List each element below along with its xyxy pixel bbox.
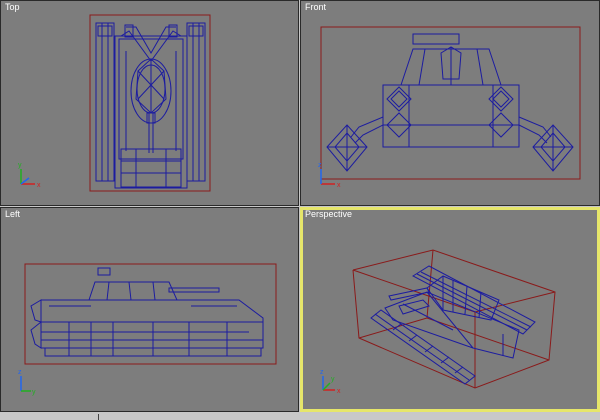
axis-x-label: x	[337, 182, 341, 189]
axis-y-label: y	[18, 162, 22, 169]
top-view-wireframe: x y	[18, 14, 211, 192]
axis-gizmo-top	[20, 169, 35, 185]
axis-x-label: x	[37, 182, 41, 189]
axis-y-label: y	[32, 389, 36, 396]
viewport-perspective[interactable]: Perspective x z y	[300, 207, 600, 412]
axis-x-label: x	[337, 388, 341, 395]
perspective-view-wireframe: x z y	[320, 249, 556, 395]
status-strip-divider	[98, 414, 99, 420]
axis-gizmo-left	[20, 376, 31, 392]
axis-gizmo-front	[320, 169, 335, 185]
axis-y-label: y	[331, 376, 335, 383]
status-strip	[0, 412, 600, 420]
viewport-front[interactable]: Front x z	[300, 0, 600, 206]
viewport-left[interactable]: Left z y	[0, 207, 299, 412]
axis-z-label: z	[320, 369, 324, 376]
viewport-top[interactable]: Top x y	[0, 0, 299, 206]
axis-z-label: z	[18, 369, 22, 376]
axis-z-label: z	[318, 162, 322, 169]
left-view-wireframe: z y	[18, 263, 277, 396]
front-view-wireframe: x z	[318, 26, 581, 189]
